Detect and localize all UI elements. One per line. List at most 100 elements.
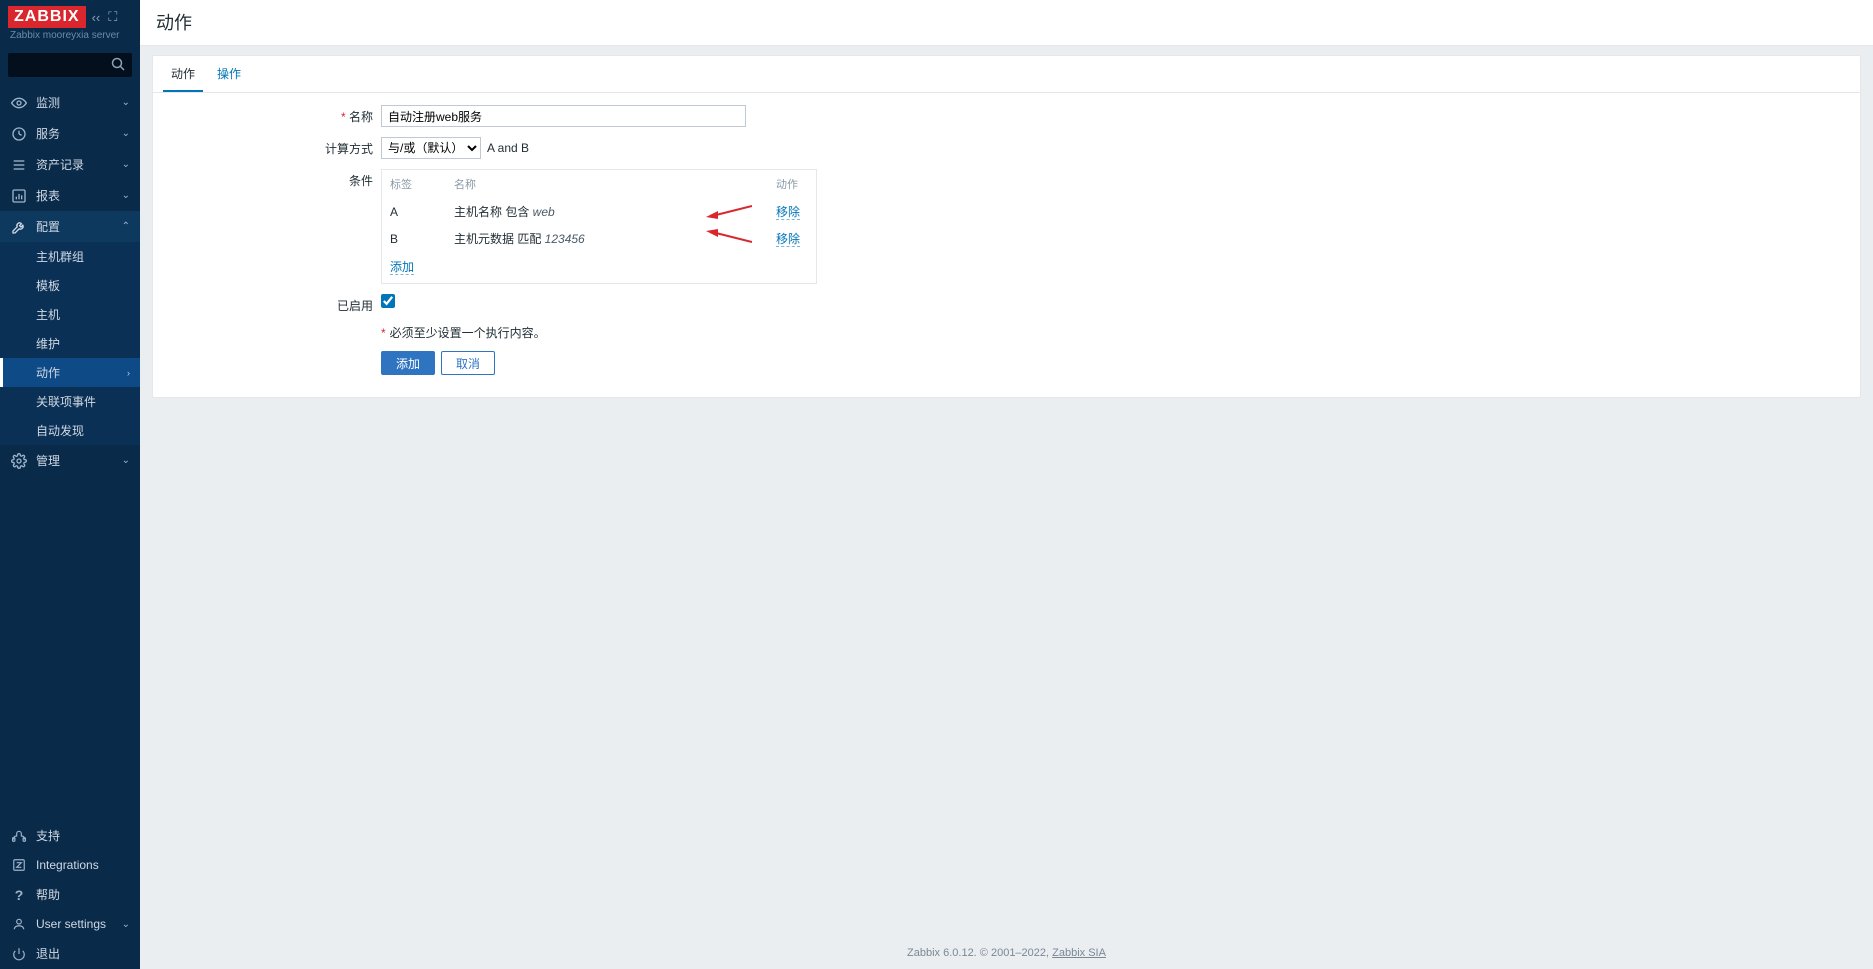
cond-th-action: 动作 <box>768 170 816 198</box>
nav-label: 报表 <box>36 187 122 204</box>
logo[interactable]: ZABBIX <box>8 6 86 28</box>
arrow-cell <box>712 198 768 225</box>
cond-name: 主机名称 包含 web <box>446 198 712 225</box>
calc-label: 计算方式 <box>163 137 381 157</box>
nav-sub-label: 动作 <box>36 364 60 381</box>
chevron-right-icon: › <box>127 368 130 378</box>
user-icon <box>10 917 28 931</box>
calc-select[interactable]: 与/或（默认） <box>381 137 481 159</box>
footer-text: Zabbix 6.0.12. © 2001–2022, <box>907 947 1052 959</box>
name-input[interactable] <box>381 105 746 127</box>
chevron-down-icon: ⌄ <box>122 919 130 930</box>
nav-label: 监测 <box>36 94 122 111</box>
cond-name-em: 123456 <box>545 232 585 246</box>
form-panel: 动作 操作 名称 计算方式 <box>152 55 1861 398</box>
condition-row: B 主机元数据 匹配 123456 移除 <box>382 225 816 252</box>
nav-label: 退出 <box>36 945 130 962</box>
note-text: *必须至少设置一个执行内容。 <box>381 324 546 341</box>
cond-remove-link[interactable]: 移除 <box>776 232 800 247</box>
chevron-up-icon: ⌃ <box>122 221 130 232</box>
nav-label: 帮助 <box>36 886 130 903</box>
nav-config-correlation[interactable]: 关联项事件 <box>0 387 140 416</box>
nav-support[interactable]: 支持 <box>0 820 140 851</box>
nav-top: 监测 ⌄ 服务 ⌄ 资产记录 ⌄ 报表 <box>0 87 140 476</box>
nav-admin[interactable]: 管理 ⌄ <box>0 445 140 476</box>
nav-config-hostgroups[interactable]: 主机群组 <box>0 242 140 271</box>
cond-label: 条件 <box>163 169 381 189</box>
server-subtitle: Zabbix mooreyxia server <box>8 28 132 47</box>
cond-name-pre: 主机名称 包含 <box>454 205 533 219</box>
cond-th-tag: 标签 <box>382 170 446 198</box>
nav-label: 配置 <box>36 218 122 235</box>
note-msg: 必须至少设置一个执行内容。 <box>390 326 546 340</box>
nav-sub-label: 维护 <box>36 335 60 352</box>
enabled-checkbox[interactable] <box>381 294 395 308</box>
enabled-label: 已启用 <box>163 294 381 314</box>
conditions-box: 标签 名称 动作 A <box>381 169 817 284</box>
footer-link[interactable]: Zabbix SIA <box>1052 947 1106 959</box>
nav-usersettings[interactable]: User settings ⌄ <box>0 910 140 938</box>
nav-service[interactable]: 服务 ⌄ <box>0 118 140 149</box>
chevron-down-icon: ⌄ <box>122 128 130 139</box>
z-icon <box>10 858 28 872</box>
sidebar: ZABBIX ‹‹ ⛶ Zabbix mooreyxia server 监测 ⌄ <box>0 0 140 969</box>
arrow-cell <box>712 225 768 252</box>
nav-monitor[interactable]: 监测 ⌄ <box>0 87 140 118</box>
cond-remove-link[interactable]: 移除 <box>776 205 800 220</box>
condition-add-row: 添加 <box>382 252 816 283</box>
form: 名称 计算方式 与/或（默认） A and B <box>153 93 1860 375</box>
nav-label: 支持 <box>36 827 130 844</box>
chevron-down-icon: ⌄ <box>122 190 130 201</box>
cond-name-pre: 主机元数据 匹配 <box>454 232 545 246</box>
search-input[interactable] <box>8 53 132 77</box>
collapse-sidebar-icon[interactable]: ‹‹ <box>90 10 103 25</box>
page-header: 动作 <box>140 0 1873 46</box>
cond-add-link[interactable]: 添加 <box>390 260 414 275</box>
nav-label: 管理 <box>36 452 122 469</box>
red-arrow-icon <box>706 229 752 243</box>
nav-config-maintenance[interactable]: 维护 <box>0 329 140 358</box>
wrench-icon <box>10 219 28 235</box>
list-icon <box>10 157 28 173</box>
red-arrow-icon <box>706 205 752 219</box>
nav-sub-label: 模板 <box>36 277 60 294</box>
cond-name-em: web <box>533 205 555 219</box>
chevron-down-icon: ⌄ <box>122 455 130 466</box>
nav-integrations[interactable]: Integrations <box>0 851 140 879</box>
support-icon <box>10 829 28 843</box>
nav-inventory[interactable]: 资产记录 ⌄ <box>0 149 140 180</box>
expand-icon[interactable]: ⛶ <box>106 9 119 25</box>
gear-icon <box>10 453 28 469</box>
formula-text: A and B <box>487 141 529 155</box>
footer: Zabbix 6.0.12. © 2001–2022, Zabbix SIA <box>140 933 1873 969</box>
nav-sub-label: 主机群组 <box>36 248 84 265</box>
eye-icon <box>10 95 28 111</box>
chevron-down-icon: ⌄ <box>122 97 130 108</box>
nav-bottom: 支持 Integrations ? 帮助 User settings ⌄ 退出 <box>0 820 140 969</box>
submit-button[interactable]: 添加 <box>381 351 435 375</box>
chevron-down-icon: ⌄ <box>122 159 130 170</box>
clock-icon <box>10 126 28 142</box>
nav-help[interactable]: ? 帮助 <box>0 879 140 910</box>
name-label: 名称 <box>163 105 381 125</box>
nav-config[interactable]: 配置 ⌃ <box>0 211 140 242</box>
cancel-button[interactable]: 取消 <box>441 351 495 375</box>
tab-action[interactable]: 动作 <box>163 56 203 92</box>
power-icon <box>10 947 28 961</box>
nav-logout[interactable]: 退出 <box>0 938 140 969</box>
cond-name: 主机元数据 匹配 123456 <box>446 225 712 252</box>
nav-report[interactable]: 报表 ⌄ <box>0 180 140 211</box>
nav-sub-label: 主机 <box>36 306 60 323</box>
nav-config-hosts[interactable]: 主机 <box>0 300 140 329</box>
barchart-icon <box>10 188 28 204</box>
nav-label: Integrations <box>36 858 130 872</box>
cond-th-spacer <box>712 170 768 198</box>
nav-config-discovery[interactable]: 自动发现 <box>0 416 140 445</box>
condition-row: A 主机名称 包含 web 移除 <box>382 198 816 225</box>
nav-config-sub: 主机群组 模板 主机 维护 动作 › 关联项事件 自动发现 <box>0 242 140 445</box>
nav-config-templates[interactable]: 模板 <box>0 271 140 300</box>
cond-tag: A <box>382 198 446 225</box>
nav-config-actions[interactable]: 动作 › <box>0 358 140 387</box>
nav-label: User settings <box>36 917 122 931</box>
tab-operation[interactable]: 操作 <box>209 56 249 92</box>
